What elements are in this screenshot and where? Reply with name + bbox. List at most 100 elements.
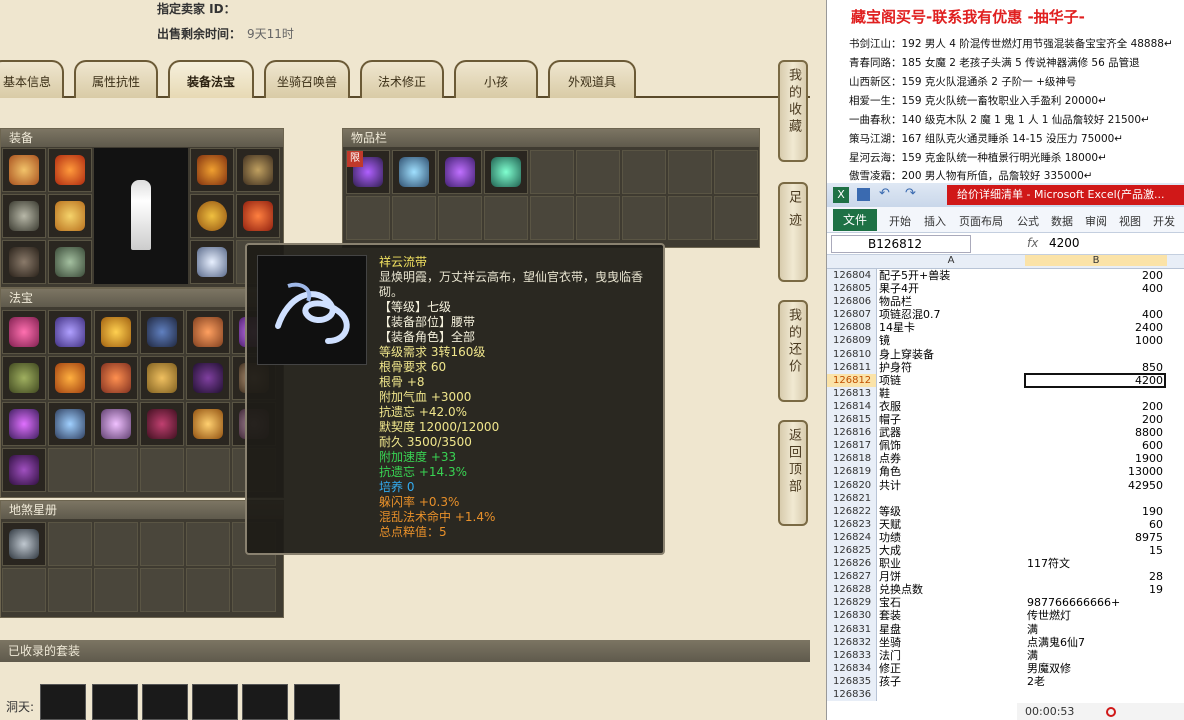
row-number[interactable]: 126814 <box>827 399 877 414</box>
cell-b[interactable]: 42950 <box>1025 479 1165 492</box>
row-number[interactable]: 126805 <box>827 282 877 296</box>
inventory-slot[interactable] <box>438 196 482 240</box>
treasure-slot[interactable] <box>186 310 230 354</box>
formula-input[interactable]: 4200 <box>1049 235 1080 253</box>
record-icon[interactable] <box>1105 707 1116 717</box>
cell-b[interactable]: 13000 <box>1025 465 1165 478</box>
cell-b[interactable]: 987766666666+ <box>1025 596 1165 609</box>
footprint-button[interactable]: 足迹 <box>778 182 808 282</box>
row-number[interactable]: 126828 <box>827 583 877 597</box>
treasure-slot[interactable] <box>140 402 184 446</box>
row-number[interactable]: 126808 <box>827 321 877 335</box>
fx-icon[interactable]: fx <box>1027 236 1038 250</box>
treasure-slot[interactable] <box>48 448 92 492</box>
suit-item[interactable] <box>242 684 288 720</box>
cell-a[interactable]: 果子4开 <box>879 282 1023 295</box>
row-number[interactable]: 126811 <box>827 360 877 374</box>
cell-a[interactable]: 兑换点数 <box>879 583 1023 596</box>
cell-b[interactable]: 850 <box>1025 361 1165 374</box>
suit-item[interactable] <box>92 684 138 720</box>
cell-b[interactable]: 200 <box>1025 413 1165 426</box>
treasure-slot[interactable] <box>2 310 46 354</box>
row-number[interactable]: 126829 <box>827 596 877 610</box>
row-number[interactable]: 126810 <box>827 347 877 361</box>
cell-b[interactable]: 8800 <box>1025 426 1165 439</box>
star-slot[interactable] <box>232 568 276 612</box>
inventory-slot[interactable] <box>438 150 482 194</box>
ribbon-tab-insert[interactable]: 插入 <box>924 213 946 229</box>
inventory-slot[interactable] <box>484 150 528 194</box>
equip-slot-chain[interactable] <box>236 148 280 192</box>
tab-equipment[interactable]: 装备法宝 <box>168 60 254 98</box>
row-number[interactable]: 126818 <box>827 452 877 466</box>
cell-a[interactable]: 物品栏 <box>879 295 1023 308</box>
treasure-slot[interactable] <box>94 448 138 492</box>
treasure-slot[interactable] <box>2 402 46 446</box>
equip-slot-charm[interactable] <box>236 194 280 238</box>
treasure-slot[interactable] <box>94 356 138 400</box>
row-number[interactable]: 126806 <box>827 295 877 309</box>
cell-a[interactable]: 等级 <box>879 505 1023 518</box>
star-slot[interactable] <box>186 522 230 566</box>
suit-item[interactable] <box>192 684 238 720</box>
row-number[interactable]: 126826 <box>827 557 877 571</box>
ribbon-tab-home[interactable]: 开始 <box>889 213 911 229</box>
cell-b[interactable]: 400 <box>1025 282 1165 295</box>
cell-a[interactable]: 14星卡 <box>879 321 1023 334</box>
equip-slot-boots[interactable] <box>48 240 92 284</box>
cell-a[interactable]: 佩饰 <box>879 439 1023 452</box>
row-number[interactable]: 126836 <box>827 688 877 702</box>
cell-a[interactable]: 护身符 <box>879 361 1023 374</box>
equip-slot-necklace[interactable] <box>2 194 46 238</box>
tab-appearance[interactable]: 外观道具 <box>548 60 636 98</box>
row-number[interactable]: 126804 <box>827 269 877 283</box>
cell-a[interactable]: 配子5开+兽装 <box>879 269 1023 282</box>
row-number[interactable]: 126816 <box>827 426 877 440</box>
inventory-slot[interactable]: 限 <box>346 150 390 194</box>
cell-b[interactable]: 400 <box>1025 308 1165 321</box>
ribbon-tab-page-layout[interactable]: 页面布局 <box>959 213 1003 229</box>
cell-a[interactable]: 镜 <box>879 334 1023 347</box>
cell-b[interactable]: 200 <box>1025 269 1165 282</box>
row-number[interactable]: 126813 <box>827 386 877 400</box>
cell-b[interactable]: 2老 <box>1025 675 1165 688</box>
treasure-slot[interactable] <box>186 402 230 446</box>
treasure-slot[interactable] <box>186 356 230 400</box>
treasure-slot[interactable] <box>140 310 184 354</box>
row-number[interactable]: 126815 <box>827 413 877 427</box>
cell-a[interactable]: 职业 <box>879 557 1023 570</box>
row-number[interactable]: 126832 <box>827 635 877 649</box>
treasure-slot[interactable] <box>186 448 230 492</box>
suit-item[interactable] <box>40 684 86 720</box>
row-number[interactable]: 126822 <box>827 504 877 518</box>
ribbon-tab-formulas[interactable]: 公式 <box>1017 213 1039 229</box>
cell-a[interactable]: 角色 <box>879 465 1023 478</box>
cell-a[interactable]: 帽子 <box>879 413 1023 426</box>
cell-a[interactable]: 大成 <box>879 544 1023 557</box>
star-slot[interactable] <box>94 568 138 612</box>
treasure-slot[interactable] <box>48 356 92 400</box>
favorites-button[interactable]: 我的收藏 <box>778 60 808 162</box>
equip-slot-ring[interactable] <box>190 194 234 238</box>
star-slot[interactable] <box>48 568 92 612</box>
inventory-slot[interactable] <box>346 196 390 240</box>
ribbon-tab-file[interactable]: 文件 <box>833 209 877 231</box>
inventory-slot[interactable] <box>484 196 528 240</box>
cell-a[interactable]: 法门 <box>879 649 1023 662</box>
row-number[interactable]: 126830 <box>827 609 877 623</box>
star-slot[interactable] <box>186 568 230 612</box>
equip-slot-belt[interactable] <box>2 240 46 284</box>
row-number[interactable]: 126817 <box>827 439 877 453</box>
undo-icon[interactable]: ↶ <box>879 186 890 201</box>
cell-a[interactable]: 武器 <box>879 426 1023 439</box>
cell-a[interactable]: 鞋 <box>879 387 1023 400</box>
equip-slot-hat[interactable] <box>2 148 46 192</box>
cell-a[interactable]: 月饼 <box>879 570 1023 583</box>
cell-a[interactable]: 点券 <box>879 452 1023 465</box>
my-counteroffer-button[interactable]: 我的还价 <box>778 300 808 402</box>
star-slot[interactable] <box>2 522 46 566</box>
inventory-slot[interactable] <box>530 150 574 194</box>
tab-children[interactable]: 小孩 <box>454 60 538 98</box>
row-number[interactable]: 126834 <box>827 661 877 675</box>
cell-a[interactable]: 孩子 <box>879 675 1023 688</box>
